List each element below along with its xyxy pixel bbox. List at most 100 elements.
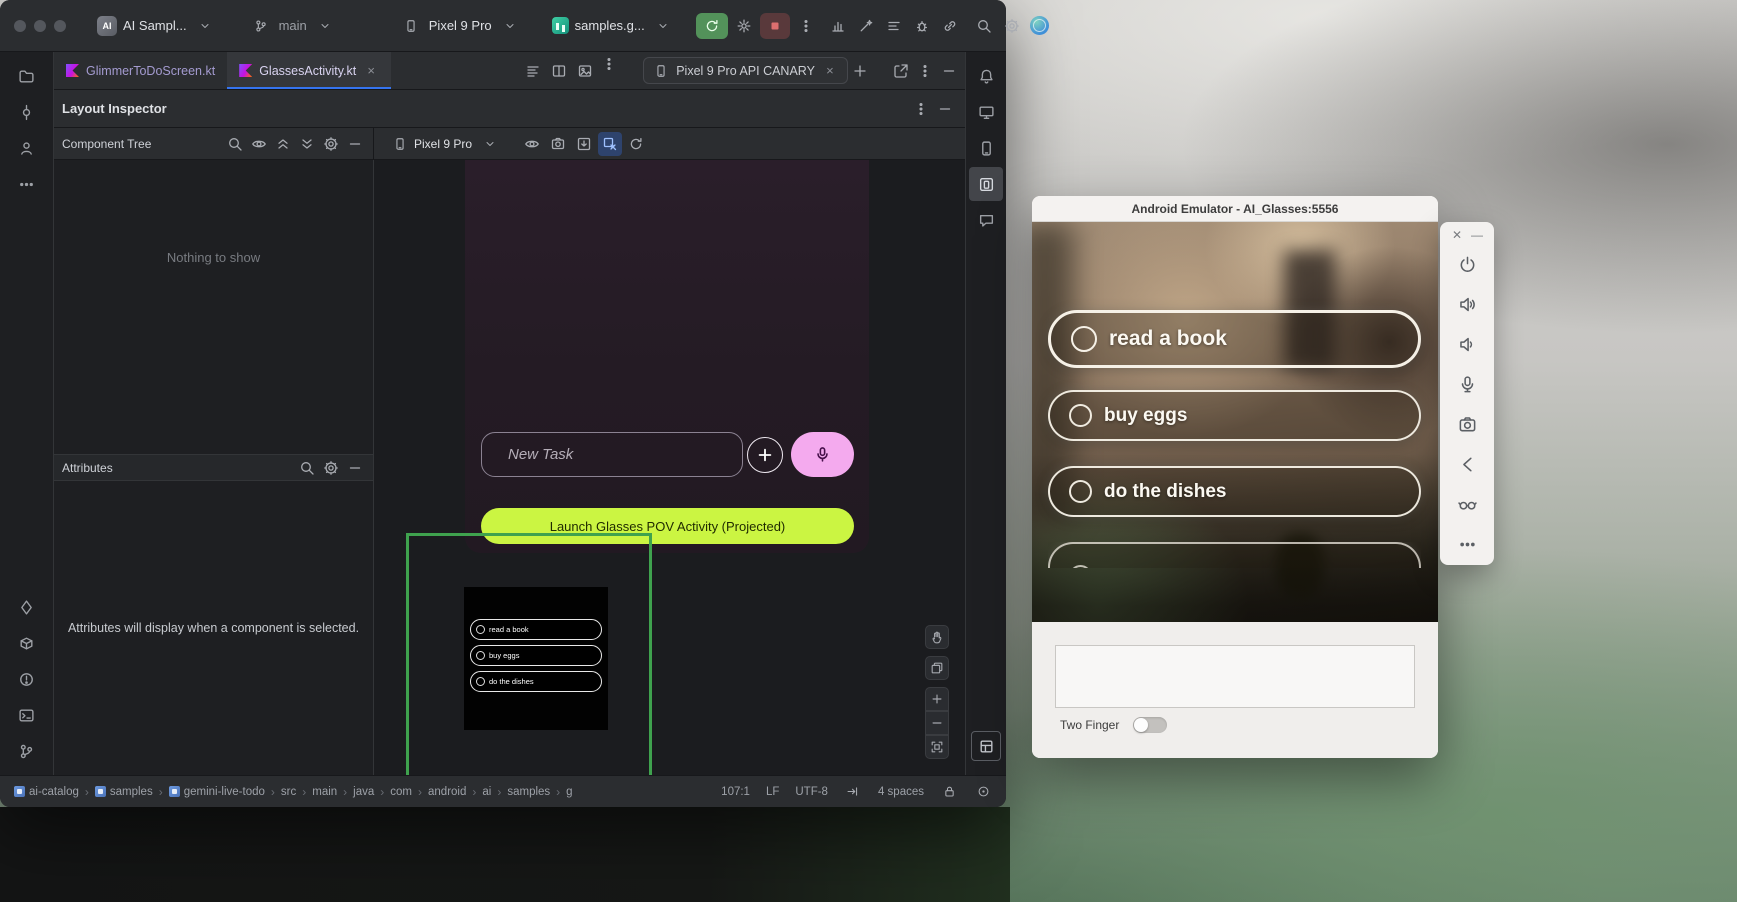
hide-tree-icon[interactable] [343, 132, 367, 156]
search-icon[interactable] [223, 132, 247, 156]
radio-circle-icon[interactable] [1069, 480, 1092, 503]
editor-tab-glimmertodoscreen[interactable]: GlimmerToDoScreen.kt [54, 52, 227, 89]
breadcrumb-item[interactable]: ai-catalog [14, 786, 79, 798]
todo-item-focused[interactable]: read a book [1048, 310, 1421, 368]
open-in-new-window-icon[interactable] [889, 59, 913, 83]
add-device-button[interactable] [848, 59, 872, 83]
breadcrumb-item[interactable]: src [281, 786, 296, 798]
project-selector[interactable]: AI AI Sampl... [90, 10, 224, 42]
hide-attributes-icon[interactable] [343, 456, 367, 480]
back-button[interactable] [1453, 450, 1481, 478]
snapshot-export-icon[interactable] [572, 132, 596, 156]
running-devices-icon[interactable] [969, 167, 1003, 201]
volume-down-button[interactable] [1453, 330, 1481, 358]
expand-all-icon[interactable] [271, 132, 295, 156]
attributes-settings-gear-icon[interactable] [319, 456, 343, 480]
inspector-device-selector[interactable]: Pixel 9 Pro [386, 129, 508, 159]
vcs-branch-selector[interactable]: main [242, 10, 344, 42]
structure-tool-icon[interactable] [10, 131, 44, 165]
toolbar-minimize-icon[interactable]: — [1470, 228, 1484, 242]
two-finger-toggle[interactable] [1133, 717, 1167, 733]
zoom-to-fit-button[interactable] [925, 735, 949, 759]
close-window-button[interactable] [14, 20, 26, 32]
gemini-tool-icon[interactable] [10, 590, 44, 624]
device-explorer-icon[interactable] [969, 131, 1003, 165]
breadcrumb-item[interactable]: main [312, 786, 337, 798]
pan-hand-icon[interactable] [925, 625, 949, 649]
breadcrumb-item[interactable]: com [390, 786, 412, 798]
notifications-bell-icon[interactable] [969, 59, 1003, 93]
radio-circle-icon[interactable] [1069, 404, 1092, 427]
running-device-tab[interactable]: Pixel 9 Pro API CANARY × [643, 57, 848, 84]
settings-gear-icon[interactable] [1000, 14, 1024, 38]
hide-layout-inspector-icon[interactable] [933, 97, 957, 121]
todo-item[interactable]: buy eggs [1048, 390, 1421, 441]
emulator-titlebar[interactable]: Android Emulator - AI_Glasses:5556 [1032, 196, 1438, 222]
breadcrumb-item[interactable]: g [566, 786, 572, 798]
device-manager-icon[interactable] [969, 95, 1003, 129]
add-task-button[interactable] [747, 437, 783, 473]
profiler-icon[interactable] [826, 14, 850, 38]
search-everywhere-icon[interactable] [972, 14, 996, 38]
tree-settings-gear-icon[interactable] [319, 132, 343, 156]
layers-icon[interactable] [925, 656, 949, 680]
breadcrumb-item[interactable]: ai [482, 786, 491, 798]
breadcrumb-item[interactable]: samples [95, 786, 153, 798]
toolbar-close-icon[interactable]: ✕ [1450, 228, 1464, 242]
close-device-tab-icon[interactable]: × [822, 63, 838, 79]
power-button[interactable] [1453, 250, 1481, 278]
split-view-icon[interactable] [547, 59, 571, 83]
commit-tool-icon[interactable] [10, 95, 44, 129]
camera-button[interactable] [1453, 410, 1481, 438]
more-options-button[interactable] [1453, 530, 1481, 558]
hide-tool-window-icon[interactable] [937, 59, 961, 83]
code-view-icon[interactable] [521, 59, 545, 83]
rerun-button[interactable] [696, 13, 728, 39]
layout-inspector-stripe-icon[interactable] [971, 731, 1001, 761]
encoding-widget[interactable]: UTF-8 [795, 786, 828, 798]
stop-button[interactable] [760, 13, 790, 39]
todo-item[interactable]: do the dishes [1048, 466, 1421, 517]
version-control-tool-icon[interactable] [10, 734, 44, 768]
view-options-eye-icon[interactable] [520, 132, 544, 156]
ai-assist-icon[interactable] [854, 14, 878, 38]
attributes-search-icon[interactable] [295, 456, 319, 480]
component-tree-panel[interactable]: Nothing to show [54, 160, 373, 455]
breadcrumb-item[interactable]: java [353, 786, 374, 798]
close-tab-icon[interactable]: × [363, 63, 379, 79]
refresh-icon[interactable] [624, 132, 648, 156]
run-configuration-selector[interactable]: samples.g... [545, 10, 682, 42]
profile-avatar[interactable] [1028, 14, 1052, 38]
glasses-pov-screen[interactable]: read a book buy eggs do the dishes [1032, 222, 1438, 622]
layout-inspector-menu-icon[interactable] [909, 97, 933, 121]
terminal-tool-icon[interactable] [10, 698, 44, 732]
touchpad-area[interactable] [1055, 645, 1415, 708]
microphone-button[interactable] [1453, 370, 1481, 398]
phone-screen-mirror[interactable]: Launch Glasses POV Activity (Projected) [465, 160, 869, 553]
collapse-all-icon[interactable] [295, 132, 319, 156]
line-separator-widget[interactable]: LF [766, 786, 779, 798]
device-mirror-area[interactable]: Launch Glasses POV Activity (Projected) … [374, 160, 965, 775]
app-inspection-icon[interactable] [910, 14, 934, 38]
zoom-out-button[interactable] [925, 711, 949, 735]
voice-input-button[interactable] [791, 432, 854, 477]
cursor-position-widget[interactable]: 107:1 [721, 786, 750, 798]
run-overflow-menu-icon[interactable] [794, 14, 818, 38]
target-device-selector[interactable]: Pixel 9 Pro [392, 10, 529, 42]
project-tool-icon[interactable] [10, 59, 44, 93]
indent-widget[interactable]: 4 spaces [878, 786, 924, 798]
design-view-icon[interactable] [573, 59, 597, 83]
more-tools-icon[interactable] [10, 167, 44, 201]
volume-up-button[interactable] [1453, 290, 1481, 318]
lock-icon[interactable] [940, 783, 958, 801]
radio-circle-icon[interactable] [1071, 326, 1097, 352]
profile-app-icon[interactable] [732, 14, 756, 38]
device-mirroring-icon[interactable] [938, 14, 962, 38]
screenshot-icon[interactable] [546, 132, 570, 156]
toggle-deep-inspect-icon[interactable] [598, 132, 622, 156]
zoom-in-button[interactable] [925, 687, 949, 711]
editor-options-menu-icon[interactable] [597, 52, 621, 76]
inspections-widget-icon[interactable] [974, 783, 992, 801]
breadcrumb-item[interactable]: gemini-live-todo [169, 786, 265, 798]
zoom-window-button[interactable] [54, 20, 66, 32]
